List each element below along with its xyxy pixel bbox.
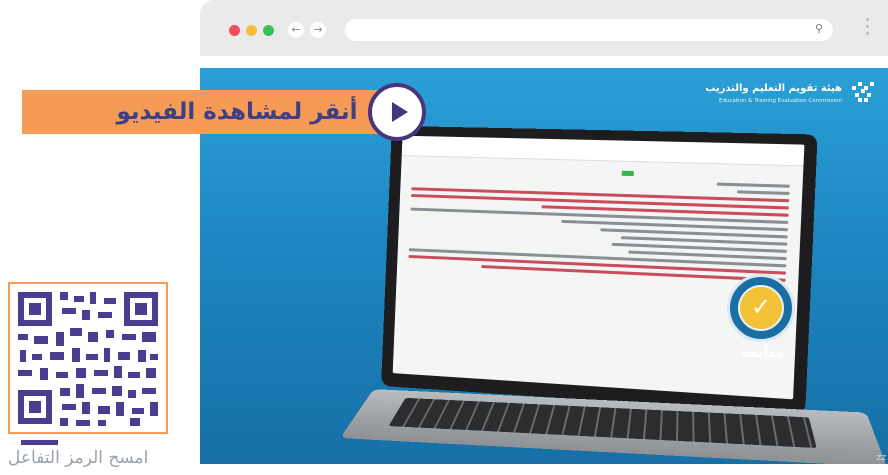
laptop-page-line [737,190,790,196]
qr-scan-label: امسح الرمز التفاعل [8,448,149,468]
qr-pattern [18,292,158,426]
etec-logo-icon [852,82,874,102]
watch-video-label: أنقر لمشاهدة الفيديو [116,99,358,125]
laptop-page-line [716,182,790,188]
qr-accent-bar [21,440,58,445]
back-icon[interactable]: ← [288,22,304,38]
search-icon[interactable]: ⚲ [815,22,823,35]
org-subtitle: Education & Training Evaluation Commissi… [719,98,842,104]
browser-window: ← → ⚲ هيئة تقويم التعليم والتدريب Educat… [200,0,888,475]
org-title: هيئة تقويم التعليم والتدريب [705,83,842,94]
address-bar[interactable]: ⚲ [345,19,833,41]
checkmark-icon: ✓ [738,285,784,331]
play-icon[interactable] [368,83,426,141]
laptop-page-badge [621,170,634,177]
qr-code [8,282,168,434]
maximize-window-dot[interactable] [263,25,274,36]
watch-video-button[interactable]: أنقر لمشاهدة الفيديو [22,90,394,134]
follow-badge: ✓ [727,274,795,342]
more-vert-icon[interactable] [866,18,870,39]
follow-label: متابعة [740,343,785,361]
video-corner-tag: ZZ [876,454,886,462]
browser-toolbar: ← → ⚲ [200,0,888,56]
close-window-dot[interactable] [229,25,240,36]
minimize-window-dot[interactable] [246,25,257,36]
laptop-screen [381,125,818,415]
forward-icon[interactable]: → [310,22,326,38]
